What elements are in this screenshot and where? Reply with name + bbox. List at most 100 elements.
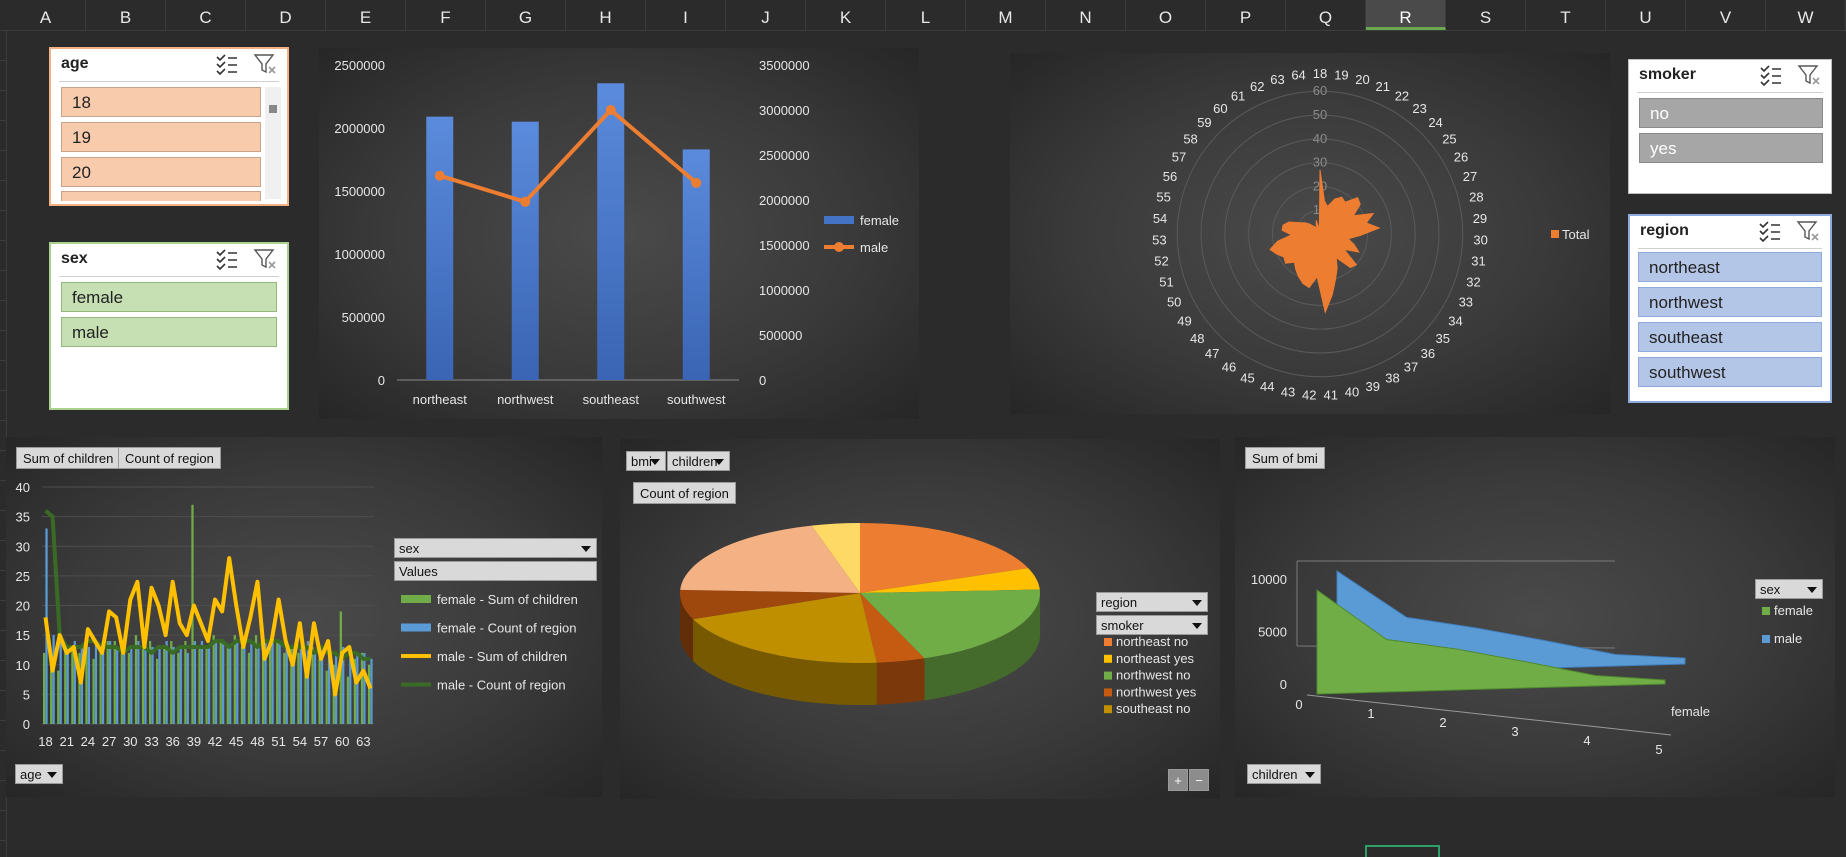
- combo-chart-panel[interactable]: 0 500000 1000000 1500000 2000000 2500000 0 5000…: [319, 48, 919, 419]
- children-field-dropdown[interactable]: children: [667, 451, 730, 471]
- column-header-k[interactable]: K: [806, 0, 886, 30]
- clear-filter-icon[interactable]: [253, 53, 277, 75]
- zoom-in-button[interactable]: +: [1168, 769, 1188, 791]
- age-axis-dropdown[interactable]: age: [15, 764, 63, 784]
- region-item-southeast[interactable]: southeast: [1638, 322, 1822, 352]
- y-axis-tick: 40: [16, 480, 30, 495]
- region-legend-dropdown[interactable]: region: [1096, 592, 1208, 612]
- pie-chart-panel[interactable]: northeast no northeast yes northwest no nor…: [620, 439, 1220, 799]
- sex-legend-dropdown[interactable]: sex: [1755, 579, 1823, 599]
- row-gridline: [0, 420, 6, 421]
- pivot-age-chart-panel[interactable]: 0 5 10 15 20 25 30 35 40 18 21 24 27 30 33 36 39 42 45 48 51…: [6, 437, 602, 797]
- legend-female-swatch: [824, 216, 854, 224]
- sex-item-female[interactable]: female: [61, 282, 277, 312]
- age-item-20[interactable]: 20: [61, 157, 261, 187]
- column-header-e[interactable]: E: [326, 0, 406, 30]
- clear-filter-icon[interactable]: [253, 248, 277, 270]
- radar-category-label: 26: [1454, 150, 1468, 165]
- count-of-region-value-button[interactable]: Count of region: [633, 482, 736, 504]
- x-axis-tick: 4: [1583, 733, 1590, 748]
- bmi-field-dropdown[interactable]: bmi: [626, 451, 666, 471]
- column-header-d[interactable]: D: [246, 0, 326, 30]
- age-item-18[interactable]: 18: [61, 87, 261, 117]
- column-header-w[interactable]: W: [1766, 0, 1846, 30]
- column-header-f[interactable]: F: [406, 0, 486, 30]
- column-header-s[interactable]: S: [1446, 0, 1526, 30]
- column-header-h[interactable]: H: [566, 0, 646, 30]
- column-header-t[interactable]: T: [1526, 0, 1606, 30]
- column-header-a[interactable]: A: [6, 0, 86, 30]
- legend-swatch: [1104, 654, 1112, 663]
- slicer-scroll-thumb[interactable]: [269, 105, 277, 113]
- column-header-o[interactable]: O: [1126, 0, 1206, 30]
- legend-label: female: [1774, 603, 1813, 618]
- right-axis-tick: 2500000: [759, 148, 810, 163]
- children-axis-dropdown[interactable]: children: [1247, 764, 1321, 784]
- slicer-divider: [1638, 248, 1822, 249]
- female-sum-children-bar: [106, 641, 109, 724]
- right-axis-tick: 3500000: [759, 58, 810, 73]
- radar-category-label: 19: [1334, 68, 1348, 83]
- female-sum-children-bar: [163, 646, 166, 724]
- y-axis-tick: 5000: [1258, 625, 1287, 640]
- y-axis-tick: 10: [16, 658, 30, 673]
- column-header-b[interactable]: B: [86, 0, 166, 30]
- slicer-scrollbar[interactable]: [265, 87, 281, 199]
- multi-select-icon[interactable]: [215, 53, 239, 75]
- column-header-r[interactable]: R: [1366, 0, 1446, 30]
- smoker-item-yes[interactable]: yes: [1639, 133, 1823, 163]
- sex-slicer[interactable]: sex female male: [49, 242, 289, 410]
- column-header-p[interactable]: P: [1206, 0, 1286, 30]
- x-axis-line: [1306, 694, 1672, 736]
- age-item-19[interactable]: 19: [61, 122, 261, 152]
- clear-filter-icon[interactable]: [1796, 220, 1820, 242]
- column-header-v[interactable]: V: [1686, 0, 1766, 30]
- zoom-out-button[interactable]: −: [1189, 769, 1209, 791]
- female-count-region-bar: [207, 646, 211, 724]
- sum-of-bmi-button[interactable]: Sum of bmi: [1245, 447, 1325, 469]
- sex-item-male[interactable]: male: [61, 317, 277, 347]
- area-chart-panel[interactable]: 0 5000 10000 0 1 2 3 4 5 female female male Sum of …: [1235, 437, 1835, 797]
- clear-filter-icon[interactable]: [1797, 64, 1821, 86]
- column-header-i[interactable]: I: [646, 0, 726, 30]
- male-point: [605, 105, 616, 115]
- column-header-m[interactable]: M: [966, 0, 1046, 30]
- count-of-region-button[interactable]: Count of region: [118, 447, 221, 469]
- x-axis-tick: 51: [271, 734, 285, 749]
- multi-select-icon[interactable]: [215, 248, 239, 270]
- female-sum-children-bar: [205, 646, 208, 724]
- row-gridline: [0, 390, 6, 391]
- column-header-n[interactable]: N: [1046, 0, 1126, 30]
- region-item-southwest[interactable]: southwest: [1638, 357, 1822, 387]
- legend-swatch: [1104, 688, 1112, 697]
- smoker-legend-dropdown[interactable]: smoker: [1096, 615, 1208, 635]
- smoker-item-no[interactable]: no: [1639, 98, 1823, 128]
- column-header-u[interactable]: U: [1606, 0, 1686, 30]
- region-slicer[interactable]: region northeast northwest southeast sou…: [1628, 214, 1832, 403]
- radar-chart-panel[interactable]: 0102030405060181920212223242526272829303…: [1010, 53, 1610, 414]
- age-slicer[interactable]: age 18 19 20: [49, 47, 289, 206]
- female-count-region-bar: [59, 641, 62, 724]
- slicer-divider: [1637, 92, 1823, 93]
- right-axis-tick: 2000000: [759, 193, 810, 208]
- sum-of-children-button[interactable]: Sum of children: [16, 447, 121, 469]
- smoker-slicer[interactable]: smoker no yes: [1628, 59, 1832, 194]
- radar-category-label: 60: [1213, 101, 1227, 116]
- region-item-northeast[interactable]: northeast: [1638, 252, 1822, 282]
- female-sum-children-bar: [127, 652, 131, 724]
- region-item-northwest[interactable]: northwest: [1638, 287, 1822, 317]
- radar-category-label: 46: [1222, 360, 1236, 375]
- column-header-c[interactable]: C: [166, 0, 246, 30]
- multi-select-icon[interactable]: [1759, 64, 1783, 86]
- slicer-divider: [59, 276, 279, 277]
- x-axis-tick: 42: [208, 734, 222, 749]
- column-header-q[interactable]: Q: [1286, 0, 1366, 30]
- female-sum-children-bar: [141, 646, 145, 724]
- multi-select-icon[interactable]: [1758, 220, 1782, 242]
- sex-legend-dropdown[interactable]: sex: [394, 538, 597, 558]
- column-header-j[interactable]: J: [726, 0, 806, 30]
- radar-category-label: 45: [1240, 370, 1254, 385]
- column-header-l[interactable]: L: [886, 0, 966, 30]
- column-header-g[interactable]: G: [486, 0, 566, 30]
- female-sum-children-bar: [50, 664, 53, 724]
